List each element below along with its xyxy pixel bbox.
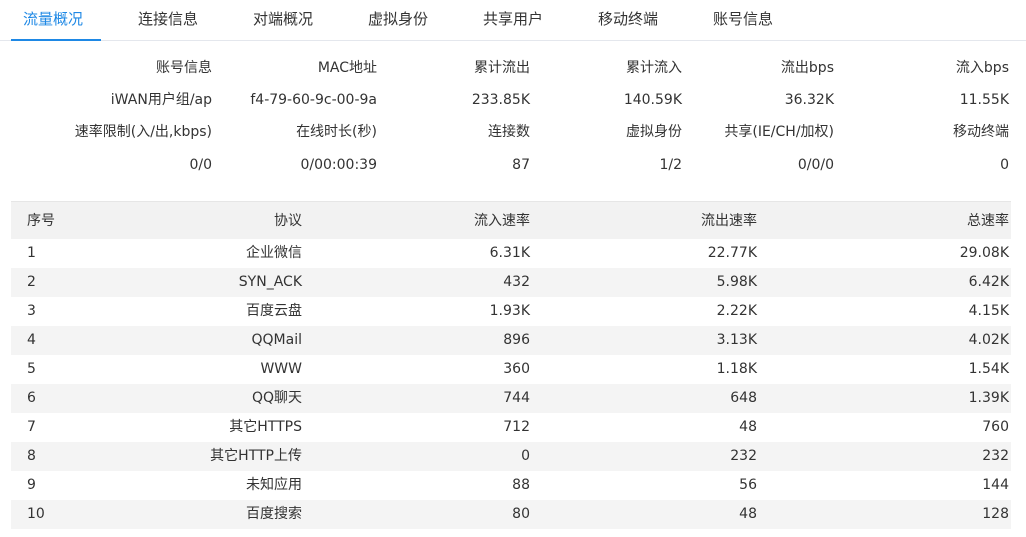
cell-index: 4 (27, 332, 36, 348)
cell-in-rate: 712 (503, 419, 530, 435)
table-row[interactable]: 4 QQMail 896 3.13K 4.02K (11, 326, 1011, 355)
cell-out-rate: 5.98K (716, 274, 757, 290)
label-sharing: 共享(IE/CH/加权) (724, 124, 834, 140)
cell-index: 10 (27, 506, 45, 522)
value-mac-address: f4-79-60-9c-00-9a (250, 92, 377, 108)
cell-protocol: 百度搜索 (246, 506, 302, 522)
cell-out-rate: 22.77K (707, 245, 757, 261)
value-account-info: iWAN用户组/ap (110, 92, 212, 108)
tab-connection-info[interactable]: 连接信息 (138, 0, 198, 41)
cell-protocol: SYN_ACK (238, 274, 302, 290)
cell-total-rate: 29.08K (959, 245, 1009, 261)
value-mobile-terminal: 0 (1000, 157, 1009, 173)
value-sharing: 0/0/0 (797, 157, 834, 173)
cell-total-rate: 4.02K (968, 332, 1009, 348)
header-out-rate[interactable]: 流出速率 (701, 202, 757, 240)
value-connection-count: 87 (512, 157, 530, 173)
cell-index: 2 (27, 274, 36, 290)
cell-total-rate: 1.39K (968, 390, 1009, 406)
value-rate-limit: 0/0 (189, 157, 212, 173)
value-online-duration: 0/00:00:39 (300, 157, 377, 173)
cell-protocol: WWW (260, 361, 302, 377)
table-row[interactable]: 1 企业微信 6.31K 22.77K 29.08K (11, 239, 1011, 268)
cell-index: 6 (27, 390, 36, 406)
cell-total-rate: 760 (982, 419, 1009, 435)
label-rate-limit: 速率限制(入/出,kbps) (74, 124, 212, 140)
cell-index: 9 (27, 477, 36, 493)
cell-out-rate: 48 (739, 419, 757, 435)
cell-index: 3 (27, 303, 36, 319)
cell-index: 5 (27, 361, 36, 377)
tab-account-info[interactable]: 账号信息 (713, 0, 773, 41)
label-connection-count: 连接数 (488, 124, 530, 140)
table-row[interactable]: 5 WWW 360 1.18K 1.54K (11, 355, 1011, 384)
cell-out-rate: 1.18K (716, 361, 757, 377)
value-in-bps: 11.55K (959, 92, 1009, 108)
cell-in-rate: 896 (503, 332, 530, 348)
tab-traffic-overview[interactable]: 流量概况 (23, 0, 83, 41)
cell-protocol: QQMail (251, 332, 302, 348)
cell-protocol: 未知应用 (246, 477, 302, 493)
cell-out-rate: 56 (739, 477, 757, 493)
label-total-out: 累计流出 (474, 60, 530, 76)
label-account-info: 账号信息 (156, 60, 212, 76)
cell-protocol: QQ聊天 (251, 390, 302, 406)
table-row[interactable]: 7 其它HTTPS 712 48 760 (11, 413, 1011, 442)
cell-total-rate: 4.15K (968, 303, 1009, 319)
table-row[interactable]: 2 SYN_ACK 432 5.98K 6.42K (11, 268, 1011, 297)
cell-protocol: 企业微信 (246, 245, 302, 261)
label-online-duration: 在线时长(秒) (296, 124, 377, 140)
value-out-bps: 36.32K (784, 92, 834, 108)
cell-out-rate: 648 (730, 390, 757, 406)
label-mac-address: MAC地址 (317, 60, 377, 76)
cell-index: 1 (27, 245, 36, 261)
cell-in-rate: 88 (512, 477, 530, 493)
table-row[interactable]: 8 其它HTTP上传 0 232 232 (11, 442, 1011, 471)
cell-out-rate: 3.13K (716, 332, 757, 348)
cell-in-rate: 80 (512, 506, 530, 522)
tab-virtual-identity[interactable]: 虚拟身份 (368, 0, 428, 41)
cell-out-rate: 2.22K (716, 303, 757, 319)
label-in-bps: 流入bps (955, 60, 1009, 76)
cell-in-rate: 432 (503, 274, 530, 290)
tab-bar: 流量概况 连接信息 对端概况 虚拟身份 共享用户 移动终端 账号信息 (0, 0, 1026, 41)
cell-in-rate: 6.31K (489, 245, 530, 261)
cell-protocol: 其它HTTPS (229, 419, 302, 435)
cell-in-rate: 0 (521, 448, 530, 464)
cell-total-rate: 144 (982, 477, 1009, 493)
cell-total-rate: 232 (982, 448, 1009, 464)
table-row[interactable]: 9 未知应用 88 56 144 (11, 471, 1011, 500)
cell-total-rate: 1.54K (968, 361, 1009, 377)
tab-mobile-terminal[interactable]: 移动终端 (598, 0, 658, 41)
cell-protocol: 百度云盘 (246, 303, 302, 319)
value-total-out: 233.85K (471, 92, 530, 108)
header-index[interactable]: 序号 (27, 202, 55, 240)
table-row[interactable]: 6 QQ聊天 744 648 1.39K (11, 384, 1011, 413)
cell-out-rate: 48 (739, 506, 757, 522)
table-row[interactable]: 3 百度云盘 1.93K 2.22K 4.15K (11, 297, 1011, 326)
cell-index: 8 (27, 448, 36, 464)
value-total-in: 140.59K (623, 92, 682, 108)
table-header: 序号 协议 流入速率 流出速率 总速率 (11, 201, 1011, 239)
label-mobile-terminal: 移动终端 (953, 124, 1009, 140)
cell-in-rate: 360 (503, 361, 530, 377)
cell-out-rate: 232 (730, 448, 757, 464)
header-total-rate[interactable]: 总速率 (967, 202, 1009, 240)
header-in-rate[interactable]: 流入速率 (474, 202, 530, 240)
table-row[interactable]: 10 百度搜索 80 48 128 (11, 500, 1011, 529)
cell-protocol: 其它HTTP上传 (210, 448, 302, 464)
cell-total-rate: 6.42K (968, 274, 1009, 290)
tab-peer-overview[interactable]: 对端概况 (253, 0, 313, 41)
label-total-in: 累计流入 (626, 60, 682, 76)
cell-total-rate: 128 (982, 506, 1009, 522)
tab-shared-users[interactable]: 共享用户 (483, 0, 543, 41)
cell-index: 7 (27, 419, 36, 435)
label-virtual-identity: 虚拟身份 (626, 124, 682, 140)
active-tab-indicator (11, 39, 101, 41)
label-out-bps: 流出bps (780, 60, 834, 76)
cell-in-rate: 744 (503, 390, 530, 406)
header-protocol[interactable]: 协议 (274, 202, 302, 240)
value-virtual-identity: 1/2 (659, 157, 682, 173)
cell-in-rate: 1.93K (489, 303, 530, 319)
